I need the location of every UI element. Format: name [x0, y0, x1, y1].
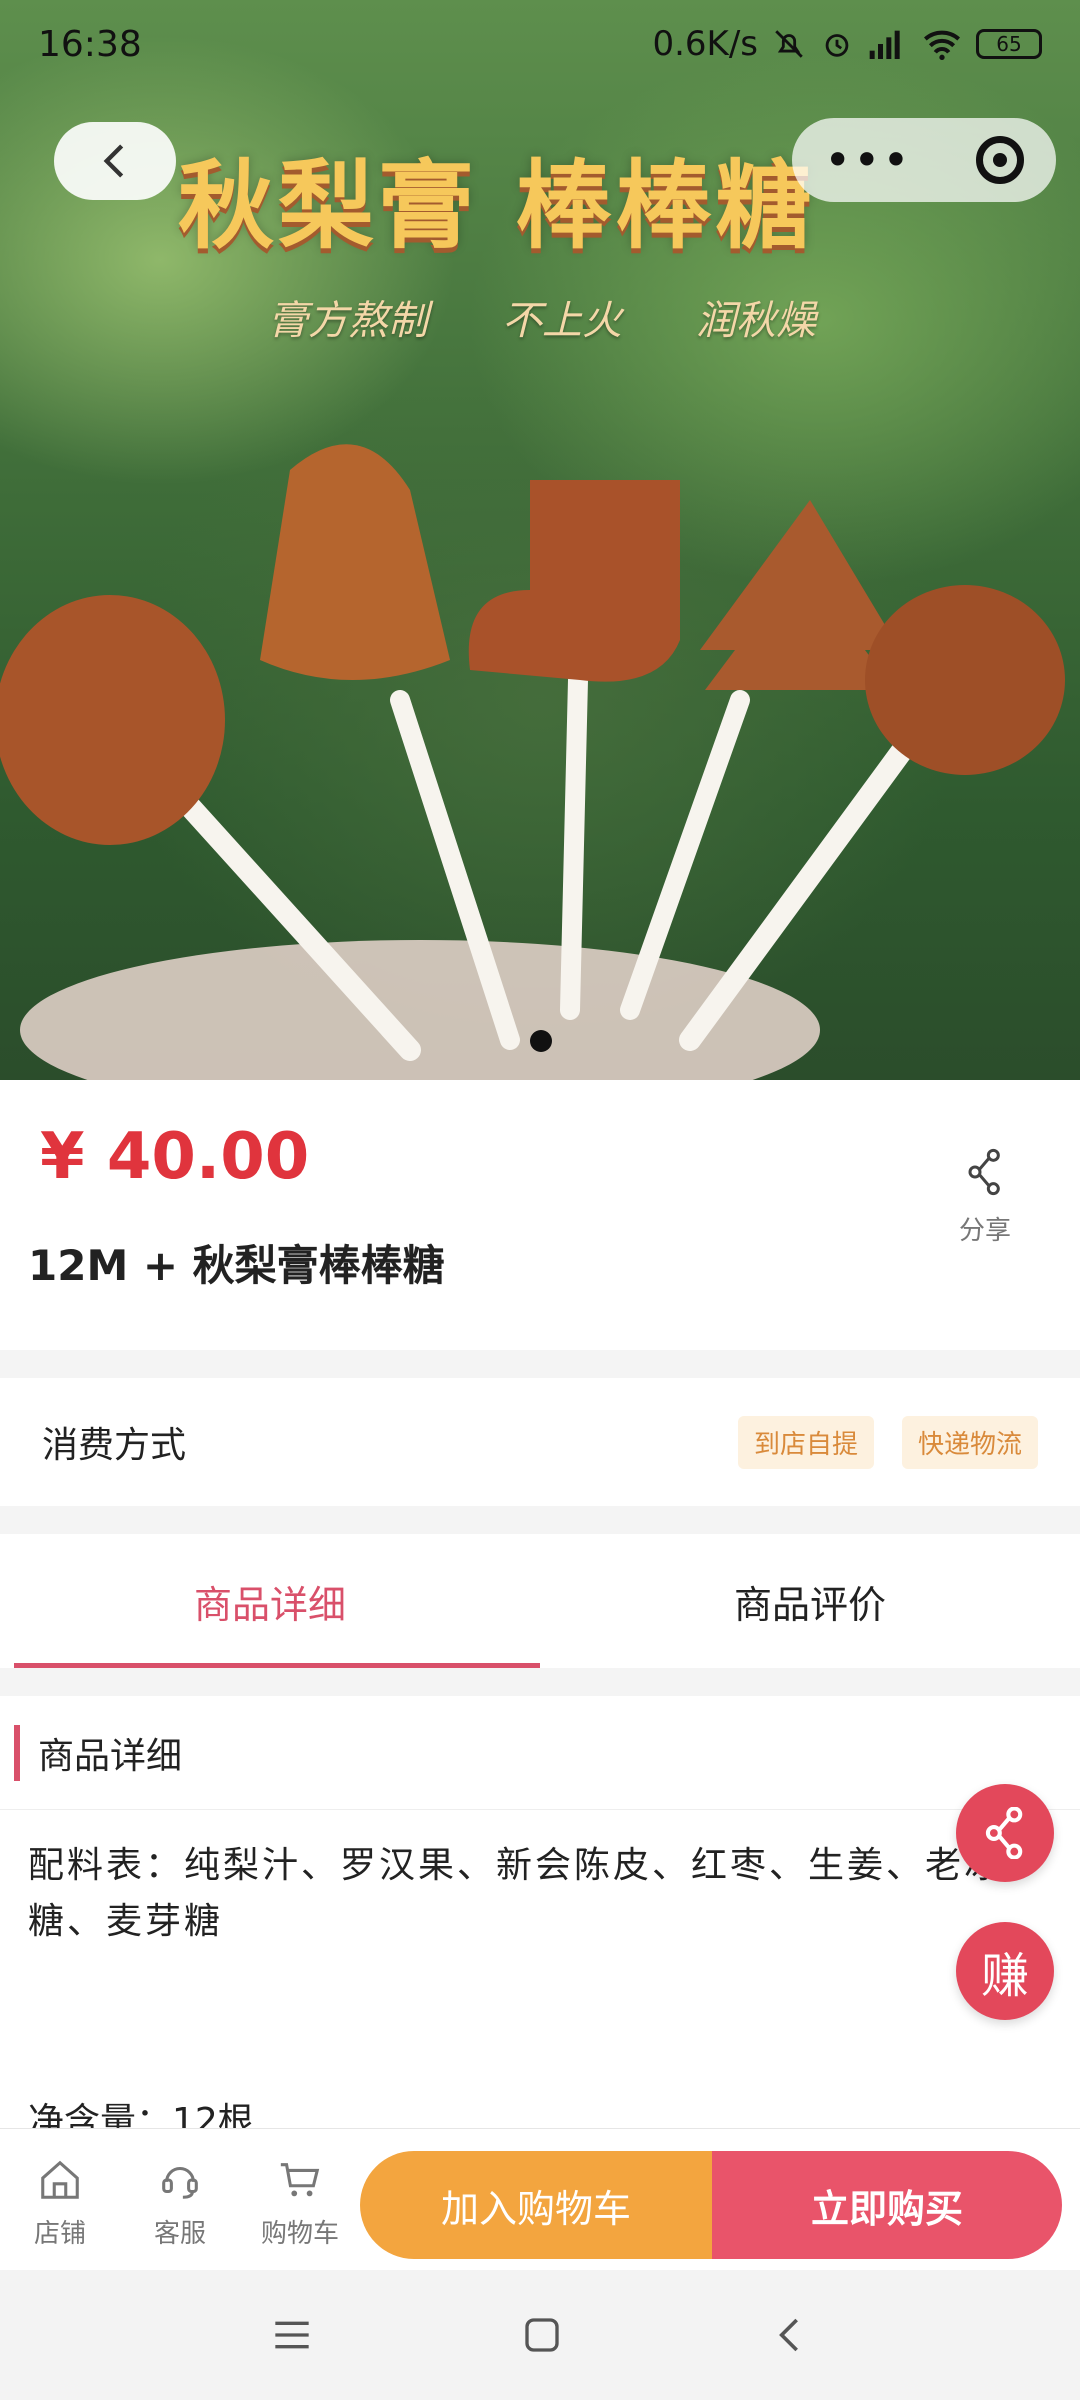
tab-product-reviews[interactable]: 商品评价 [540, 1534, 1080, 1668]
share-button[interactable]: 分享 [930, 1148, 1040, 1247]
alarm-icon [825, 34, 849, 57]
cart-icon [280, 2163, 320, 2197]
wifi-icon [924, 30, 960, 60]
detail-section-title: 商品详细 [38, 1735, 183, 1777]
system-navigation-bar [0, 2270, 1080, 2400]
battery-icon: 65 [976, 29, 1042, 59]
bottom-action-bar: 店铺 客服 购物车 加入购物车 立即购买 [0, 2128, 1080, 2270]
consume-tag-delivery: 快递物流 [901, 1415, 1038, 1469]
banner-subtitle: 膏方熬制 [268, 298, 428, 344]
customer-service-icon [162, 2166, 198, 2199]
product-title: 12M + 秋梨膏棒棒糖 [28, 1241, 445, 1290]
close-target-icon[interactable] [975, 136, 1024, 184]
section-accent-bar [14, 1724, 20, 1781]
detail-section: 商品详细 配料表：纯梨汁、罗汉果、新会陈皮、红枣、生姜、老冰糖、麦芽糖 净含量：… [0, 1696, 1080, 2142]
signal-icon [869, 30, 900, 59]
detail-section-header: 商品详细 [0, 1696, 1080, 1810]
mute-bell-icon [775, 30, 803, 58]
nav-store-label: 店铺 [33, 2219, 86, 2249]
network-speed: 0.6K/s [652, 24, 758, 64]
tab-product-detail[interactable]: 商品详细 [0, 1534, 540, 1668]
banner-subtitle: 不上火 [502, 298, 622, 344]
buy-now-button[interactable]: 立即购买 [712, 2151, 1062, 2259]
nav-customer-service-label: 客服 [153, 2219, 206, 2249]
home-square-icon[interactable] [522, 2315, 562, 2355]
share-icon [985, 1807, 1023, 1859]
nav-store[interactable]: 店铺 [10, 2157, 110, 2250]
share-icon [968, 1148, 1000, 1196]
banner-subtitle: 润秋燥 [696, 298, 816, 344]
share-label: 分享 [958, 1216, 1011, 1246]
nav-cart[interactable]: 购物车 [250, 2157, 350, 2250]
product-detail-page: 16:38 0.6K/s 65 ••• 秋梨膏 棒棒糖 膏方熬制 不上火 润秋燥 [0, 0, 1080, 2400]
ingredients-text: 配料表：纯梨汁、罗汉果、新会陈皮、红枣、生姜、老冰糖、麦芽糖 [28, 1845, 1004, 1942]
banner-subtitles: 膏方熬制 不上火 润秋燥 [268, 288, 816, 346]
product-price: ¥ 40.00 [40, 1120, 310, 1194]
banner-title: 秋梨膏 棒棒糖 [178, 150, 816, 262]
add-to-cart-button[interactable]: 加入购物车 [360, 2151, 712, 2259]
detail-tabs: 商品详细 商品评价 [0, 1534, 1080, 1668]
more-icon[interactable]: ••• [824, 137, 911, 183]
status-bar: 16:38 0.6K/s 65 [0, 0, 1080, 88]
consume-tag-pickup: 到店自提 [737, 1415, 874, 1469]
product-info: ¥ 40.00 12M + 秋梨膏棒棒糖 分享 [0, 1080, 1080, 1350]
product-image-carousel[interactable]: 16:38 0.6K/s 65 ••• 秋梨膏 棒棒糖 膏方熬制 不上火 润秋燥 [0, 0, 1080, 1080]
store-icon [41, 2160, 79, 2199]
consume-method-row: 消费方式 到店自提 快递物流 [0, 1378, 1080, 1506]
back-triangle-icon[interactable] [772, 2315, 808, 2355]
consume-method-label: 消费方式 [42, 1425, 187, 1466]
carousel-indicator-dot [530, 1030, 552, 1052]
floating-share-button[interactable] [956, 1784, 1054, 1882]
earn-button[interactable]: 赚 [956, 1922, 1054, 2020]
status-time: 16:38 [38, 23, 142, 65]
nav-cart-label: 购物车 [260, 2219, 339, 2249]
back-button[interactable] [54, 122, 176, 200]
menu-icon[interactable] [272, 2317, 312, 2353]
mini-program-capsule: ••• [792, 118, 1056, 202]
chevron-left-icon [103, 144, 124, 178]
nav-customer-service[interactable]: 客服 [130, 2157, 230, 2250]
status-icons: 0.6K/s 65 [652, 24, 1042, 64]
